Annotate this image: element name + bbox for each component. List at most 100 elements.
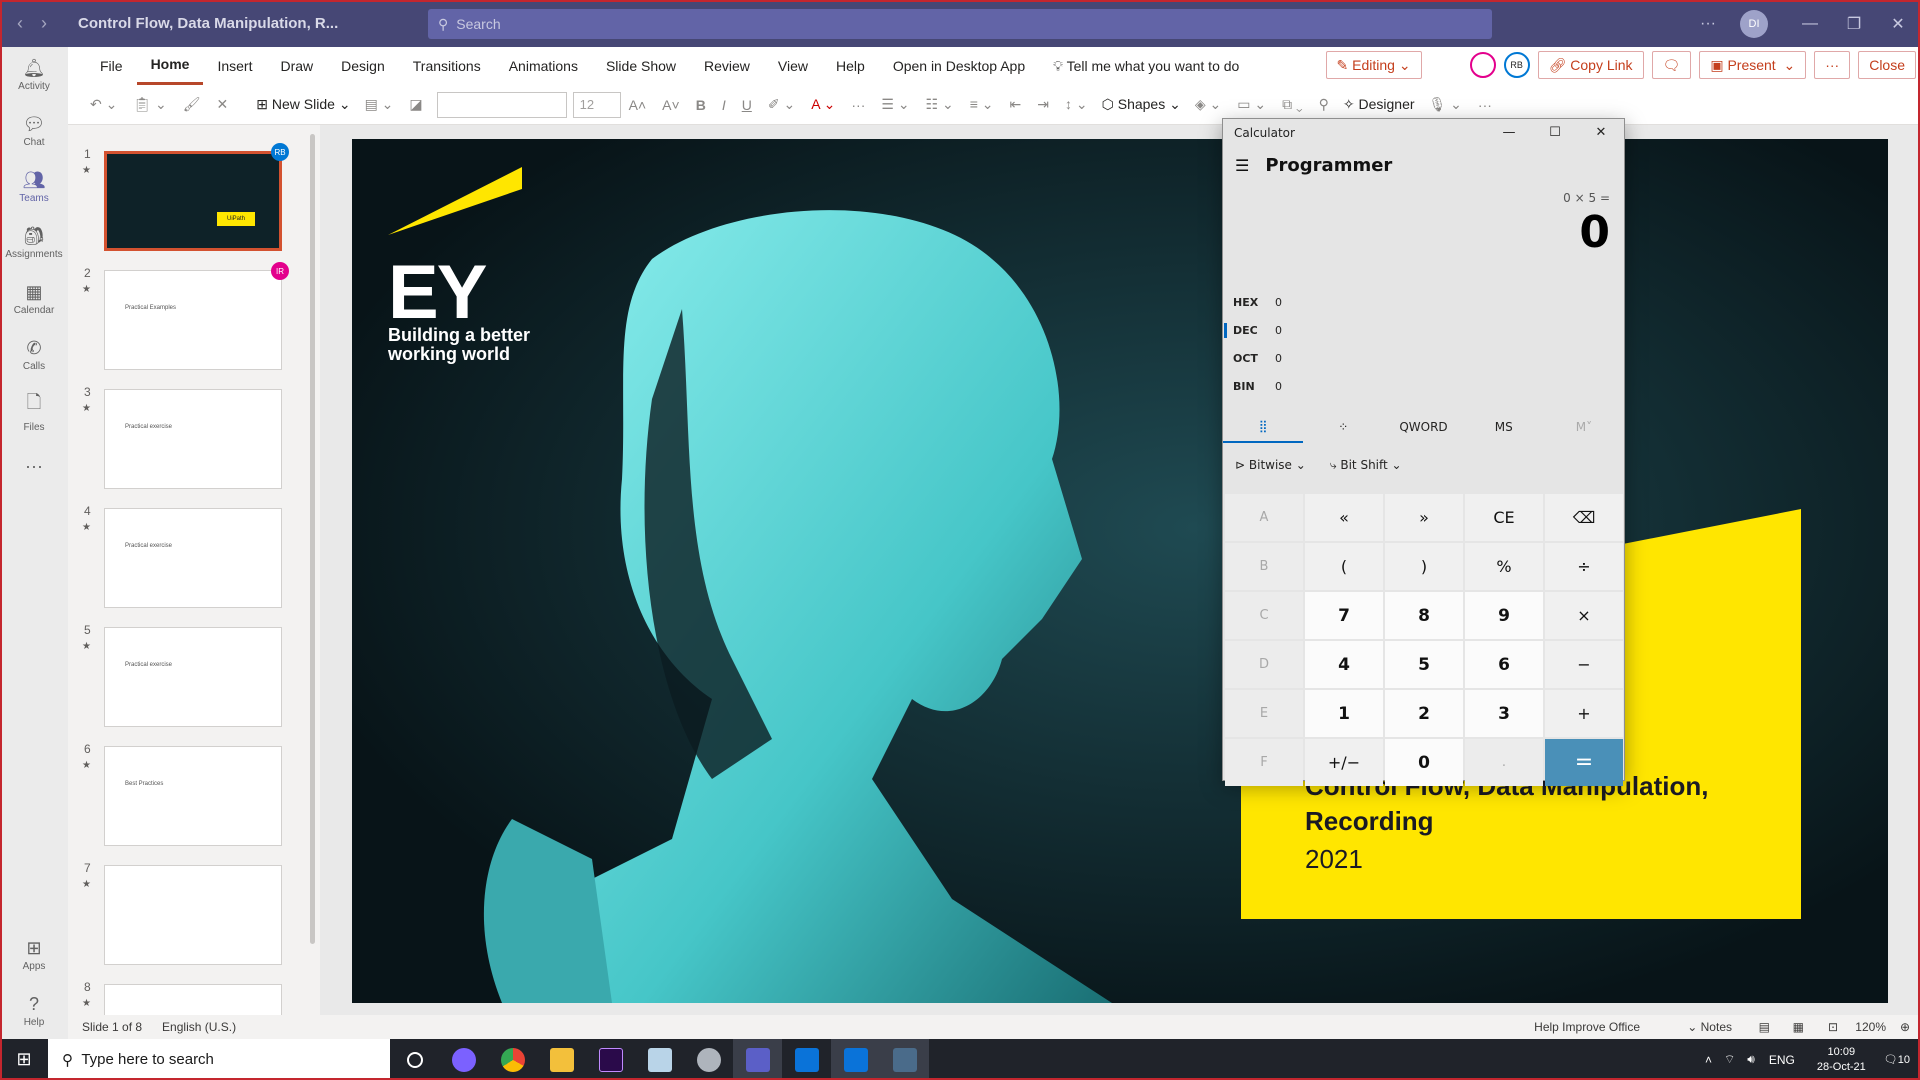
- more-toolbar-icon[interactable]: ···: [1470, 97, 1500, 113]
- zoom-level[interactable]: 120%: [1855, 1020, 1886, 1034]
- close-button[interactable]: Close: [1858, 51, 1916, 79]
- more-options-button[interactable]: ···: [1814, 51, 1851, 79]
- tray-chevron-icon[interactable]: ˄: [1705, 1053, 1712, 1067]
- taskbar-app-teams-icon[interactable]: [733, 1039, 782, 1080]
- editing-button[interactable]: ✎ Editing ⌄: [1325, 51, 1422, 79]
- tab-insert[interactable]: Insert: [203, 47, 266, 85]
- windows-start-icon[interactable]: ⊞: [0, 1049, 48, 1070]
- slide-thumbnail-2[interactable]: Practical Examples: [104, 270, 282, 370]
- calc-key[interactable]: ): [1385, 543, 1463, 590]
- rail-calls[interactable]: ✆ Calls: [0, 327, 68, 383]
- wifi-icon[interactable]: ⌔: [1724, 1052, 1735, 1067]
- numbering-icon[interactable]: ☷ ⌄: [918, 96, 962, 113]
- reset-icon[interactable]: ◪: [401, 96, 430, 113]
- font-color-icon[interactable]: A ⌄: [803, 96, 843, 113]
- slide-thumbnail-7[interactable]: [104, 865, 282, 965]
- slide-thumbnail-3[interactable]: Practical exercise: [104, 389, 282, 489]
- highlight-icon[interactable]: ✐ ⌄: [760, 96, 803, 113]
- calc-key[interactable]: E: [1225, 690, 1303, 737]
- memory-store-button[interactable]: MS: [1464, 420, 1544, 434]
- taskbar-app-explorer-icon[interactable]: [537, 1039, 586, 1080]
- hamburger-menu-icon[interactable]: ☰: [1235, 156, 1249, 175]
- radix-oct[interactable]: OCT 0: [1223, 344, 1624, 372]
- volume-icon[interactable]: 🔊︎: [1747, 1052, 1755, 1067]
- taskbar-app-vpn-icon[interactable]: [684, 1039, 733, 1080]
- reading-view-icon[interactable]: ⊡: [1828, 1020, 1838, 1034]
- calc-key[interactable]: F: [1225, 739, 1303, 786]
- calc-key[interactable]: ÷: [1545, 543, 1623, 590]
- collaborator-avatar-rb[interactable]: RB: [1503, 52, 1530, 78]
- rail-teams[interactable]: 👥︎ Teams: [0, 159, 68, 215]
- shrink-font-icon[interactable]: A˅: [654, 97, 688, 113]
- slide-thumbnail-8[interactable]: Practical exercise – Last Time: [104, 984, 282, 1015]
- language[interactable]: English (U.S.): [162, 1020, 236, 1034]
- rail-activity[interactable]: 🔔︎ Activity: [0, 47, 68, 103]
- taskbar-app-chat-icon[interactable]: [439, 1039, 488, 1080]
- more-options-icon[interactable]: ···: [1686, 15, 1730, 33]
- font-name-box[interactable]: [436, 91, 567, 118]
- normal-view-icon[interactable]: ▤: [1759, 1020, 1770, 1034]
- copy-link-button[interactable]: 🔗︎ Copy Link: [1537, 51, 1644, 79]
- radix-dec[interactable]: DEC 0: [1223, 316, 1624, 344]
- layout-icon[interactable]: ▤ ⌄: [357, 96, 402, 113]
- collaborator-avatar[interactable]: [1469, 52, 1496, 78]
- fit-slide-icon[interactable]: ⊕: [1900, 1020, 1910, 1034]
- sorter-view-icon[interactable]: ▦: [1793, 1020, 1804, 1034]
- shapes-button[interactable]: ⬡ Shapes ⌄: [1096, 96, 1187, 113]
- arrange-icon[interactable]: ⧉ ⌄: [1274, 96, 1311, 113]
- slide-1[interactable]: 111110000101 010011100110 EY Building a …: [352, 139, 1888, 1003]
- calc-key[interactable]: «: [1305, 494, 1383, 541]
- bold-icon[interactable]: B: [688, 97, 714, 113]
- line-spacing-icon[interactable]: ↕ ⌄: [1057, 96, 1096, 113]
- calc-key[interactable]: 4: [1305, 641, 1383, 688]
- taskbar-app-s-icon[interactable]: [782, 1039, 831, 1080]
- taskbar-app-notes-icon[interactable]: [635, 1039, 684, 1080]
- taskbar-app-s2-icon[interactable]: [831, 1039, 880, 1080]
- calc-key[interactable]: 5: [1385, 641, 1463, 688]
- tab-draw[interactable]: Draw: [266, 47, 327, 85]
- calc-key[interactable]: 6: [1465, 641, 1543, 688]
- fill-icon[interactable]: ◈ ⌄: [1187, 96, 1229, 113]
- bit-toggle-tab-icon[interactable]: ⁘: [1303, 420, 1383, 434]
- maximize-icon[interactable]: ❐: [1832, 14, 1876, 34]
- calc-key[interactable]: 3: [1465, 690, 1543, 737]
- outline-icon[interactable]: ▭ ⌄: [1229, 96, 1274, 113]
- word-size-button[interactable]: QWORD: [1383, 420, 1463, 434]
- forward-arrow-icon[interactable]: ›: [24, 13, 64, 34]
- calc-key[interactable]: −: [1545, 641, 1623, 688]
- present-button[interactable]: ▣ Present ⌄: [1699, 51, 1807, 79]
- format-painter-icon[interactable]: 🖌︎: [175, 96, 209, 113]
- thumbnails-scrollbar[interactable]: [310, 134, 315, 944]
- rail-help[interactable]: ? Help: [0, 983, 68, 1039]
- user-avatar[interactable]: DI: [1740, 9, 1768, 38]
- system-clock[interactable]: 10:09 28-Oct-21: [1817, 1045, 1866, 1075]
- underline-icon[interactable]: U: [734, 97, 760, 113]
- more-font-icon[interactable]: ···: [843, 97, 873, 113]
- slide-thumbnail-4[interactable]: Practical exercise: [104, 508, 282, 608]
- calc-key[interactable]: C: [1225, 592, 1303, 639]
- calc-key[interactable]: D: [1225, 641, 1303, 688]
- rail-assignments[interactable]: 🎒︎ Assignments: [0, 215, 68, 271]
- help-improve-office[interactable]: Help Improve Office: [1534, 1020, 1640, 1034]
- calc-key[interactable]: »: [1385, 494, 1463, 541]
- tab-help[interactable]: Help: [822, 47, 879, 85]
- bullets-icon[interactable]: ☰ ⌄: [873, 96, 917, 113]
- calc-key[interactable]: B: [1225, 543, 1303, 590]
- tab-review[interactable]: Review: [690, 47, 764, 85]
- calc-minimize-icon[interactable]: —: [1486, 119, 1532, 147]
- open-in-desktop-app[interactable]: Open in Desktop App: [879, 47, 1039, 85]
- calc-key[interactable]: 0: [1385, 739, 1463, 786]
- bit-shift-dropdown[interactable]: ⤷ Bit Shift ⌄: [1330, 458, 1402, 473]
- close-window-icon[interactable]: ✕: [1876, 14, 1920, 34]
- new-slide-button[interactable]: ⊞ New Slide ⌄: [250, 96, 356, 113]
- delete-icon[interactable]: ✕: [209, 96, 237, 113]
- tab-animations[interactable]: Animations: [495, 47, 592, 85]
- tab-transitions[interactable]: Transitions: [399, 47, 495, 85]
- notification-center[interactable]: 🗨︎10: [1884, 1053, 1910, 1066]
- comments-button[interactable]: 🗨︎: [1651, 51, 1692, 79]
- font-size-box[interactable]: 12: [572, 91, 621, 118]
- calc-key[interactable]: 8: [1385, 592, 1463, 639]
- radix-bin[interactable]: BIN 0: [1223, 372, 1624, 400]
- notes-button[interactable]: ⌄ Notes: [1687, 1020, 1732, 1034]
- calc-key[interactable]: CE: [1465, 494, 1543, 541]
